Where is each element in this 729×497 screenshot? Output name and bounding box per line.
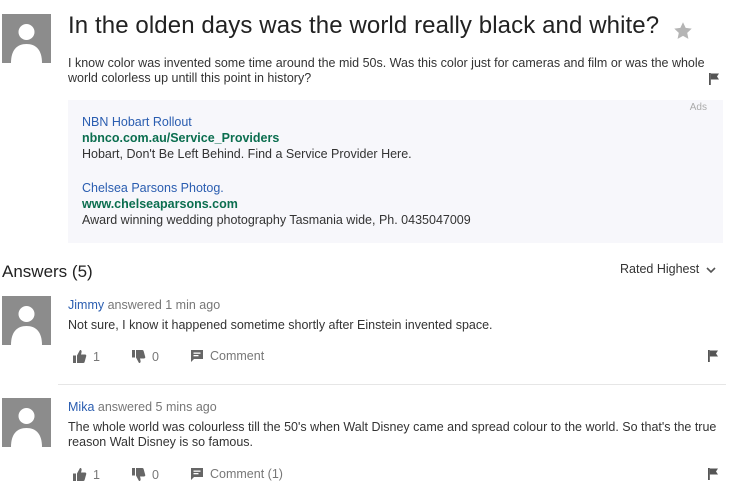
- ads-label: Ads: [689, 102, 707, 113]
- sort-label: Rated Highest: [620, 262, 700, 276]
- answers-heading: Answers (5): [2, 262, 93, 281]
- ad-description: Award winning wedding photography Tasman…: [82, 213, 471, 227]
- thumbs-down-count: 0: [152, 349, 159, 364]
- ad-description: Hobart, Don't Be Left Behind. Find a Ser…: [82, 147, 412, 161]
- answer-text: The whole world was colourless till the …: [68, 420, 717, 449]
- answer-time: answered 5 mins ago: [94, 400, 217, 414]
- report-answer-flag-icon[interactable]: [706, 349, 720, 363]
- answer-text: Not sure, I know it happened sometime sh…: [68, 318, 493, 332]
- question-title: In the olden days was the world really b…: [68, 12, 660, 39]
- ad-item: Chelsea Parsons Photog. www.chelseaparso…: [82, 180, 471, 228]
- chevron-down-icon: [706, 267, 716, 273]
- answer-author[interactable]: Jimmy: [68, 298, 104, 312]
- sort-dropdown[interactable]: Rated Highest: [620, 262, 716, 276]
- thumbs-up-count: 1: [93, 467, 100, 482]
- ad-url[interactable]: www.chelseaparsons.com: [82, 196, 471, 212]
- comment-button[interactable]: Comment: [190, 349, 264, 363]
- question-body: I know color was invented some time arou…: [68, 56, 705, 85]
- thumbs-up-icon: [73, 468, 87, 481]
- ad-item: NBN Hobart Rollout nbnco.com.au/Service_…: [82, 114, 412, 162]
- comment-icon: [191, 350, 203, 362]
- ad-url[interactable]: nbnco.com.au/Service_Providers: [82, 130, 412, 146]
- thumbs-up-button[interactable]: 1: [72, 467, 100, 482]
- thumbs-down-icon: [132, 350, 146, 363]
- report-answer-flag-icon[interactable]: [706, 467, 720, 481]
- thumbs-down-icon: [132, 468, 146, 481]
- answer-author[interactable]: Mika: [68, 400, 94, 414]
- comment-label: Comment (1): [210, 467, 283, 481]
- ad-title[interactable]: NBN Hobart Rollout: [82, 114, 412, 130]
- question-author-avatar[interactable]: [2, 14, 51, 63]
- answer-divider: [58, 384, 726, 385]
- thumbs-up-count: 1: [93, 349, 100, 364]
- comment-button[interactable]: Comment (1): [190, 467, 283, 481]
- avatar-icon: [2, 14, 51, 63]
- answer-author-avatar[interactable]: [2, 398, 51, 447]
- answer-time: answered 1 min ago: [104, 298, 221, 312]
- thumbs-down-button[interactable]: 0: [131, 349, 159, 364]
- answer-meta: Mika answered 5 mins ago: [68, 400, 217, 414]
- avatar-icon: [2, 398, 51, 447]
- comment-icon: [191, 468, 203, 480]
- avatar-icon: [2, 296, 51, 345]
- star-icon[interactable]: [672, 20, 694, 42]
- thumbs-down-button[interactable]: 0: [131, 467, 159, 482]
- ads-panel: Ads NBN Hobart Rollout nbnco.com.au/Serv…: [68, 100, 723, 243]
- answer-author-avatar[interactable]: [2, 296, 51, 345]
- ad-title[interactable]: Chelsea Parsons Photog.: [82, 180, 471, 196]
- thumbs-up-button[interactable]: 1: [72, 349, 100, 364]
- thumbs-up-icon: [73, 350, 87, 363]
- thumbs-down-count: 0: [152, 467, 159, 482]
- report-question-flag-icon[interactable]: [707, 72, 721, 86]
- answer-meta: Jimmy answered 1 min ago: [68, 298, 220, 312]
- comment-label: Comment: [210, 349, 265, 363]
